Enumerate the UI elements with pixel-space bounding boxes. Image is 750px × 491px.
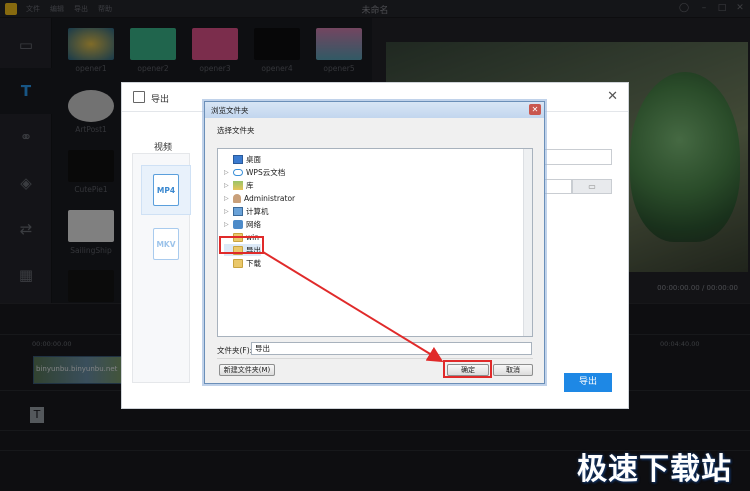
file-name-input[interactable]	[542, 149, 612, 165]
browse-title-bar: 浏览文件夹 ✕	[205, 102, 544, 118]
divider	[217, 358, 533, 359]
output-path-input[interactable]	[542, 179, 572, 194]
network-icon	[233, 219, 243, 229]
user-icon	[233, 193, 241, 203]
highlight-ok-button	[443, 360, 492, 378]
format-mp4-card[interactable]: MP4	[141, 165, 191, 215]
tree-scrollbar[interactable]	[523, 149, 532, 336]
export-dialog-title: 导出	[151, 95, 170, 105]
tree-item-computer[interactable]: ▷ 计算机	[224, 205, 269, 217]
close-icon[interactable]: ✕	[529, 104, 541, 115]
tree-item-wps-cloud[interactable]: ▷ WPS云文档	[224, 166, 285, 178]
cancel-button[interactable]: 取消	[493, 364, 533, 376]
tree-item-library[interactable]: ▷ 库	[224, 179, 254, 191]
tab-video[interactable]: 视频	[132, 135, 192, 155]
folder-name-input[interactable]: 导出	[251, 342, 532, 355]
library-icon	[233, 180, 243, 190]
watermark: 极速下载站	[577, 452, 732, 487]
format-mkv-card[interactable]: MKV	[141, 219, 191, 269]
computer-icon	[233, 206, 243, 216]
mkv-file-icon: MKV	[153, 228, 179, 260]
folder-icon	[233, 258, 243, 268]
export-icon	[133, 91, 145, 103]
folder-tree: 桌面 ▷ WPS云文档 ▷ 库 ▷ Administrator ▷ 计算机 ▷ …	[217, 148, 533, 337]
desktop-icon	[233, 154, 243, 164]
highlight-export-folder	[219, 236, 264, 254]
tree-item-network[interactable]: ▷ 网络	[224, 218, 261, 230]
browse-dialog-title: 浏览文件夹	[211, 106, 249, 115]
browse-instruction: 选择文件夹	[217, 126, 255, 135]
tree-item-downloads[interactable]: 下载	[224, 257, 261, 269]
new-folder-button[interactable]: 新建文件夹(M)	[219, 364, 275, 376]
tree-item-desktop[interactable]: 桌面	[224, 153, 261, 165]
tree-item-administrator[interactable]: ▷ Administrator	[224, 192, 295, 204]
folder-icon[interactable]: ▭	[572, 179, 612, 194]
mp4-file-icon: MP4	[153, 174, 179, 206]
folder-label: 文件夹(F):	[217, 346, 253, 355]
export-button[interactable]: 导出	[564, 373, 612, 392]
cloud-icon	[233, 168, 243, 176]
close-icon[interactable]: ✕	[607, 89, 618, 104]
